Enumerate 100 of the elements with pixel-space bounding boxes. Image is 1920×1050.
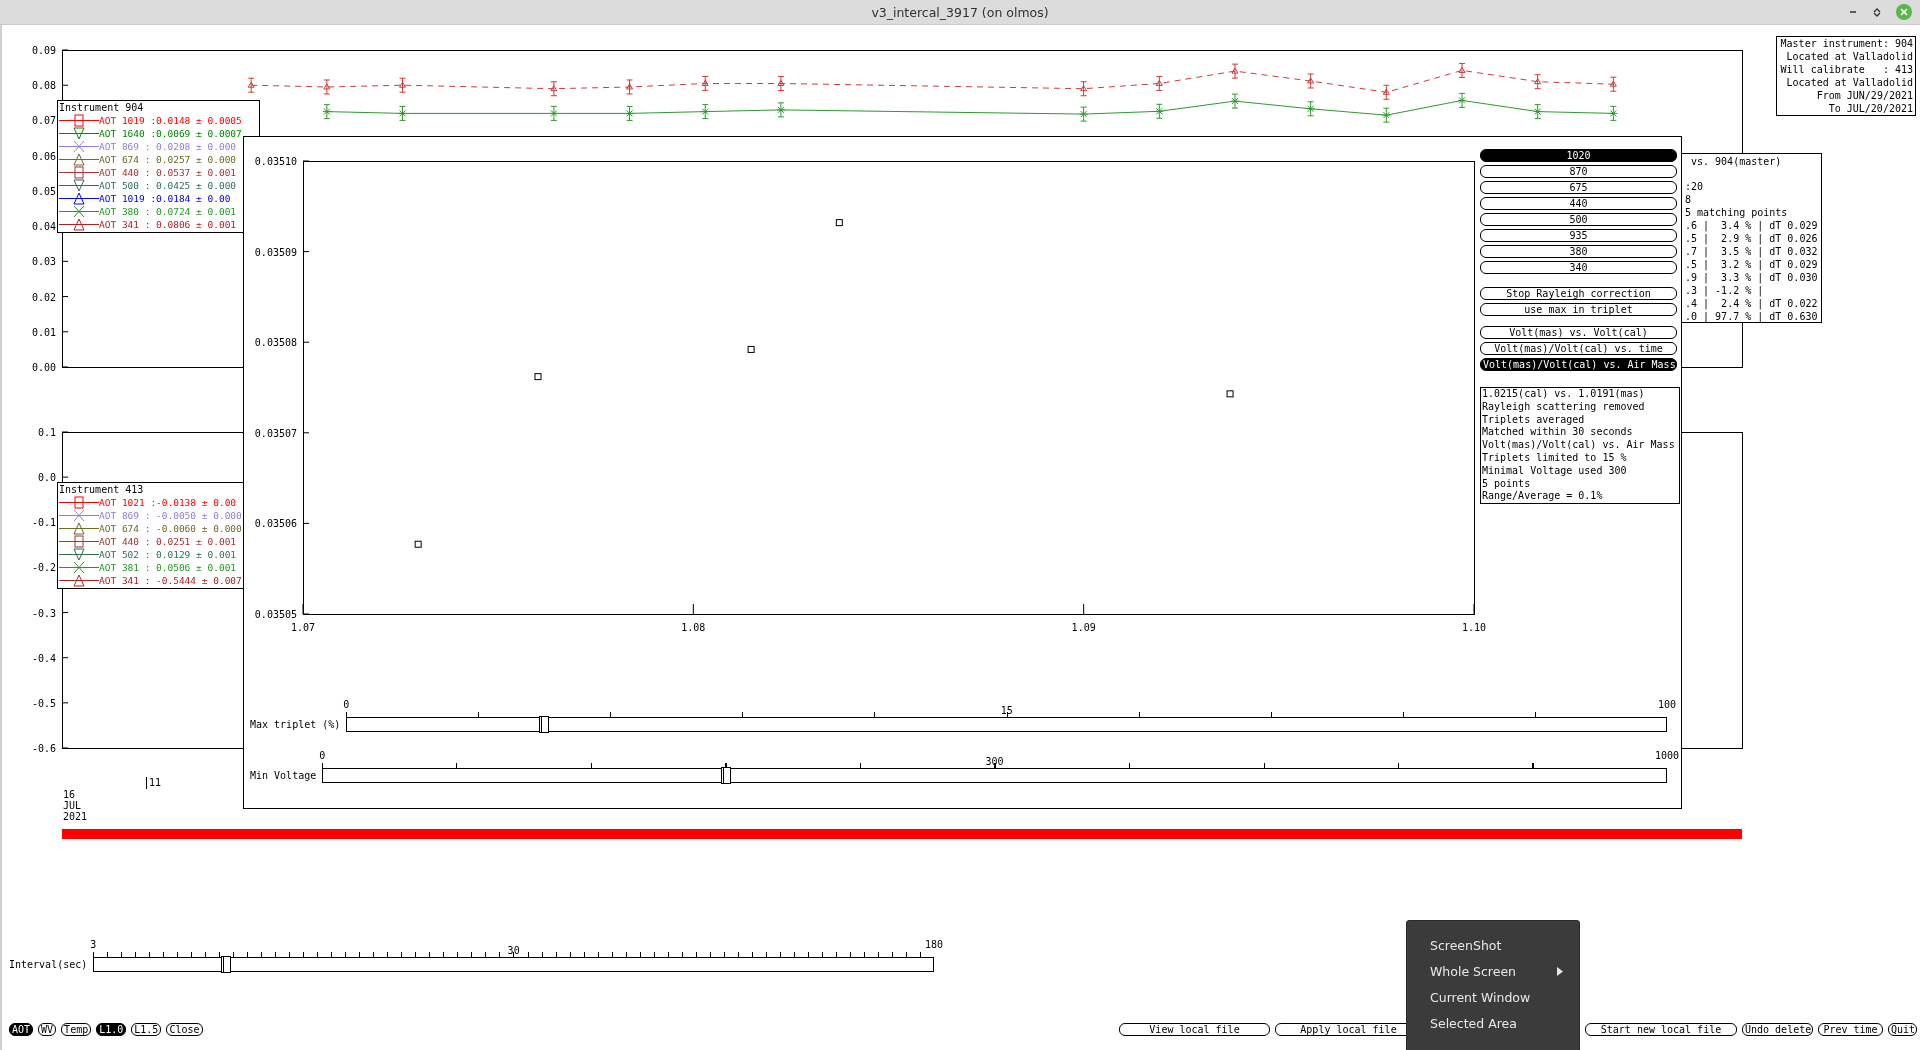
legend-label: AOT 380 : [99,206,152,217]
mode-button[interactable]: L1.5 [131,1023,162,1036]
legend-label: AOT 500 : [99,180,152,191]
option-button[interactable]: use max in triplet [1480,303,1677,316]
legend-label: AOT 440 : [99,536,152,547]
stats-line: .4 | 2.4 % | dT 0.022 [1685,297,1819,310]
cross-marker-icon [59,140,99,153]
mode-button[interactable]: AOT [9,1023,34,1036]
menu-item-label: Whole Screen [1430,963,1517,979]
legend-value: 0.0257 ± 0.000 [156,154,237,165]
mode-button[interactable]: L1.0 [96,1023,127,1036]
close-icon[interactable] [1896,4,1912,20]
legend-title: Instrument 413 [59,484,145,496]
legend-label: AOT 502 : [99,549,152,560]
axis-label: -0.1 [31,517,56,529]
scale-label: 100 [1657,699,1677,710]
menu-item[interactable]: Whole Screen [1407,958,1579,984]
legend-value: -0.0138 ± 0.00 [156,497,237,508]
legend-value: -0.0050 ± 0.000 [156,510,242,521]
stats-line: .6 | 3.4 % | dT 0.029 [1685,219,1819,232]
axis-label: 0.01 [31,326,56,338]
data-point [1155,75,1163,91]
slider-track[interactable] [93,957,934,972]
axis-label: 0.02 [31,291,56,303]
menu-item-label: Current Window [1430,989,1531,1005]
axis-label: 0.03509 [254,246,297,258]
data-point [1458,62,1466,78]
stats-line: .9 | 3.3 % | dT 0.030 [1685,271,1819,284]
slider-thumb[interactable] [220,956,231,973]
square-marker-icon [59,535,99,548]
file-button[interactable]: Start new local file [1585,1023,1737,1036]
data-point [399,77,407,93]
axis-label: 0.04 [31,221,56,233]
data-point [1306,101,1316,117]
axis-label: -0.4 [31,652,56,664]
submenu-arrow-icon [1557,966,1563,976]
axis-label: 0.00 [31,362,56,373]
maximize-icon[interactable] [1872,7,1882,17]
axis-label: 1.08 [681,622,706,633]
info-line: From JUN/29/2021 [1816,89,1913,102]
stats-line: .7 | 3.5 % | dT 0.032 [1685,245,1819,258]
plot-mode-button[interactable]: Volt(mas)/Volt(cal) vs. Air Mass [1480,358,1677,371]
slider-track[interactable] [322,768,1667,783]
slider-track[interactable] [346,717,1667,732]
stats-line: .5 | 3.2 % | dT 0.029 [1685,258,1819,271]
legend-value: 0.0506 ± 0.001 [156,562,237,573]
legend-label: AOT 869 : [99,510,152,521]
square-marker-icon [59,166,99,179]
file-button[interactable]: Prev time [1818,1023,1883,1036]
info-line: Will calibrate : 413 [1780,63,1913,76]
mode-button[interactable]: Temp [61,1023,92,1036]
mode-button[interactable]: WV [38,1023,57,1036]
triangle-down-marker-icon [59,127,99,140]
mode-button[interactable]: Close [166,1023,203,1036]
scale-label: 0 [319,750,326,761]
slider-thumb[interactable] [721,767,732,784]
wavelength-button[interactable]: 500 [1480,213,1677,226]
legend-label: AOT 869 : [99,141,152,152]
legend-label: AOT 1640 : [99,128,156,139]
file-button[interactable]: Undo delete [1742,1023,1813,1036]
wavelength-button[interactable]: 870 [1480,165,1677,178]
plot-mode-button[interactable]: Volt(mas)/Volt(cal) vs. time [1480,342,1677,355]
data-point [1154,103,1164,119]
scale-label: 1000 [1654,750,1680,761]
axis-label: -0.5 [31,697,56,709]
wavelength-button[interactable]: 1020 [1480,149,1677,162]
info-line: To JUL/20/2021 [1828,102,1913,115]
slider-label: Max triplet (%) [250,718,341,732]
file-button[interactable]: Quit [1888,1023,1917,1036]
triangle-down-marker-icon [59,179,99,192]
file-button[interactable]: View local file [1119,1023,1270,1036]
wavelength-button[interactable]: 675 [1480,181,1677,194]
data-point [1231,63,1239,79]
stats-line: vs. 904(master) [1690,155,1783,168]
triangle-up-marker-icon [59,153,99,166]
axis-label: 0.03510 [254,156,297,167]
data-point [549,105,559,121]
triangle-down-marker-icon [59,548,99,561]
slider-thumb[interactable] [538,716,549,733]
legend-label: AOT 1019 : [99,115,156,126]
triangle-up-marker-icon [59,574,99,587]
triangle-up-marker-icon [59,192,99,205]
data-point [701,75,709,91]
menu-item[interactable]: Current Window [1407,984,1579,1010]
data-point [777,75,785,91]
axis-label: 0.08 [31,80,56,92]
wavelength-button[interactable]: 440 [1480,197,1677,210]
option-button[interactable]: Stop Rayleigh correction [1480,287,1677,300]
legend-value: 0.0537 ± 0.001 [156,167,237,178]
wavelength-button[interactable]: 380 [1480,245,1677,258]
data-point [1226,390,1234,398]
plot-mode-button[interactable]: Volt(mas) vs. Volt(cal) [1480,326,1677,339]
data-point [1382,84,1390,100]
wavelength-button[interactable]: 340 [1480,261,1677,274]
data-point [1079,106,1089,122]
data-point [1534,74,1542,90]
menu-item[interactable]: ScreenShot [1407,932,1579,958]
legend-value: 0.0148 ± 0.0005 [156,115,242,126]
wavelength-button[interactable]: 935 [1480,229,1677,242]
data-point [1080,81,1088,97]
